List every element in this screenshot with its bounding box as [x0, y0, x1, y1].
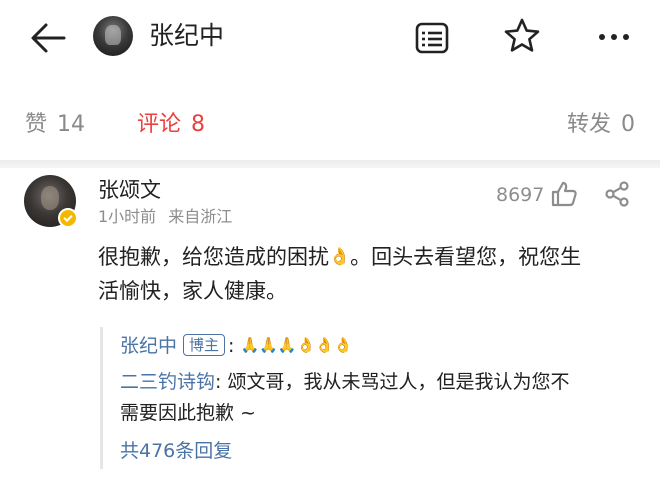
thumbs-up-icon[interactable] — [550, 180, 578, 208]
blogger-badge: 博主 — [183, 334, 226, 356]
reply-colon: : — [228, 335, 235, 357]
comment-meta: 1小时前 来自浙江 — [98, 206, 232, 228]
reply-quote-bar — [100, 327, 103, 469]
comment-body: 很抱歉，给您造成的困扰👌。回头去看望您，祝您生 活愉快，家人健康。 — [98, 240, 638, 308]
comment-text-part-3: 活愉快，家人健康。 — [98, 279, 287, 303]
tab-reposts-count: 0 — [621, 112, 635, 137]
verified-badge-icon — [58, 208, 78, 228]
top-navigation-bar: 张纪中 — [0, 0, 660, 76]
comment-time: 1小时前 — [98, 207, 157, 226]
share-icon[interactable] — [603, 180, 631, 208]
header-avatar[interactable] — [93, 16, 133, 56]
back-arrow-icon[interactable] — [28, 20, 68, 56]
page-title: 张纪中 — [149, 21, 225, 50]
document-list-icon[interactable] — [414, 20, 450, 56]
reply-author[interactable]: 张纪中 — [120, 335, 177, 357]
reply-item: 张纪中 博主: 🙏🙏🙏👌👌👌 — [120, 331, 353, 360]
reply-text-continued: 需要因此抱歉 ~ — [120, 402, 256, 424]
tab-comments[interactable]: 评论 8 — [137, 110, 205, 140]
section-divider — [0, 160, 660, 168]
more-icon[interactable] — [594, 24, 634, 50]
engagement-tabs: 赞 14 评论 8 转发 0 — [0, 100, 660, 150]
ok-hand-emoji: 👌 — [329, 247, 351, 267]
tab-comments-label: 评论 — [137, 112, 182, 137]
praying-hands-emoji: 🙏🙏🙏 — [240, 336, 297, 354]
tab-reposts-label: 转发 — [566, 112, 611, 137]
star-icon[interactable] — [503, 17, 541, 55]
comment-text-part-1: 很抱歉，给您造成的困扰 — [98, 245, 329, 269]
comment-like-count: 8697 — [496, 184, 545, 206]
comment-author-name[interactable]: 张颂文 — [98, 176, 161, 204]
tab-likes-label: 赞 — [25, 112, 48, 137]
reply-author[interactable]: 二三钓诗钩 — [120, 371, 215, 393]
view-all-replies-link[interactable]: 共476条回复 — [120, 437, 232, 465]
tab-likes[interactable]: 赞 14 — [25, 110, 85, 140]
comment-source: 来自浙江 — [168, 207, 233, 226]
ok-hand-emojis: 👌👌👌 — [296, 336, 353, 354]
reply-preview[interactable]: 张纪中 博主: 🙏🙏🙏👌👌👌 二三钓诗钩: 颂文哥，我从未骂过人，但是我认为您不 … — [100, 327, 640, 469]
comment-text-part-2: 。回头去看望您，祝您生 — [350, 245, 582, 269]
tab-likes-count: 14 — [57, 112, 86, 137]
reply-item: 二三钓诗钩: 颂文哥，我从未骂过人，但是我认为您不 需要因此抱歉 ~ — [120, 367, 640, 429]
reply-text: : 颂文哥，我从未骂过人，但是我认为您不 — [215, 371, 570, 393]
tab-reposts[interactable]: 转发 0 — [567, 110, 635, 140]
tab-comments-count: 8 — [191, 112, 206, 137]
